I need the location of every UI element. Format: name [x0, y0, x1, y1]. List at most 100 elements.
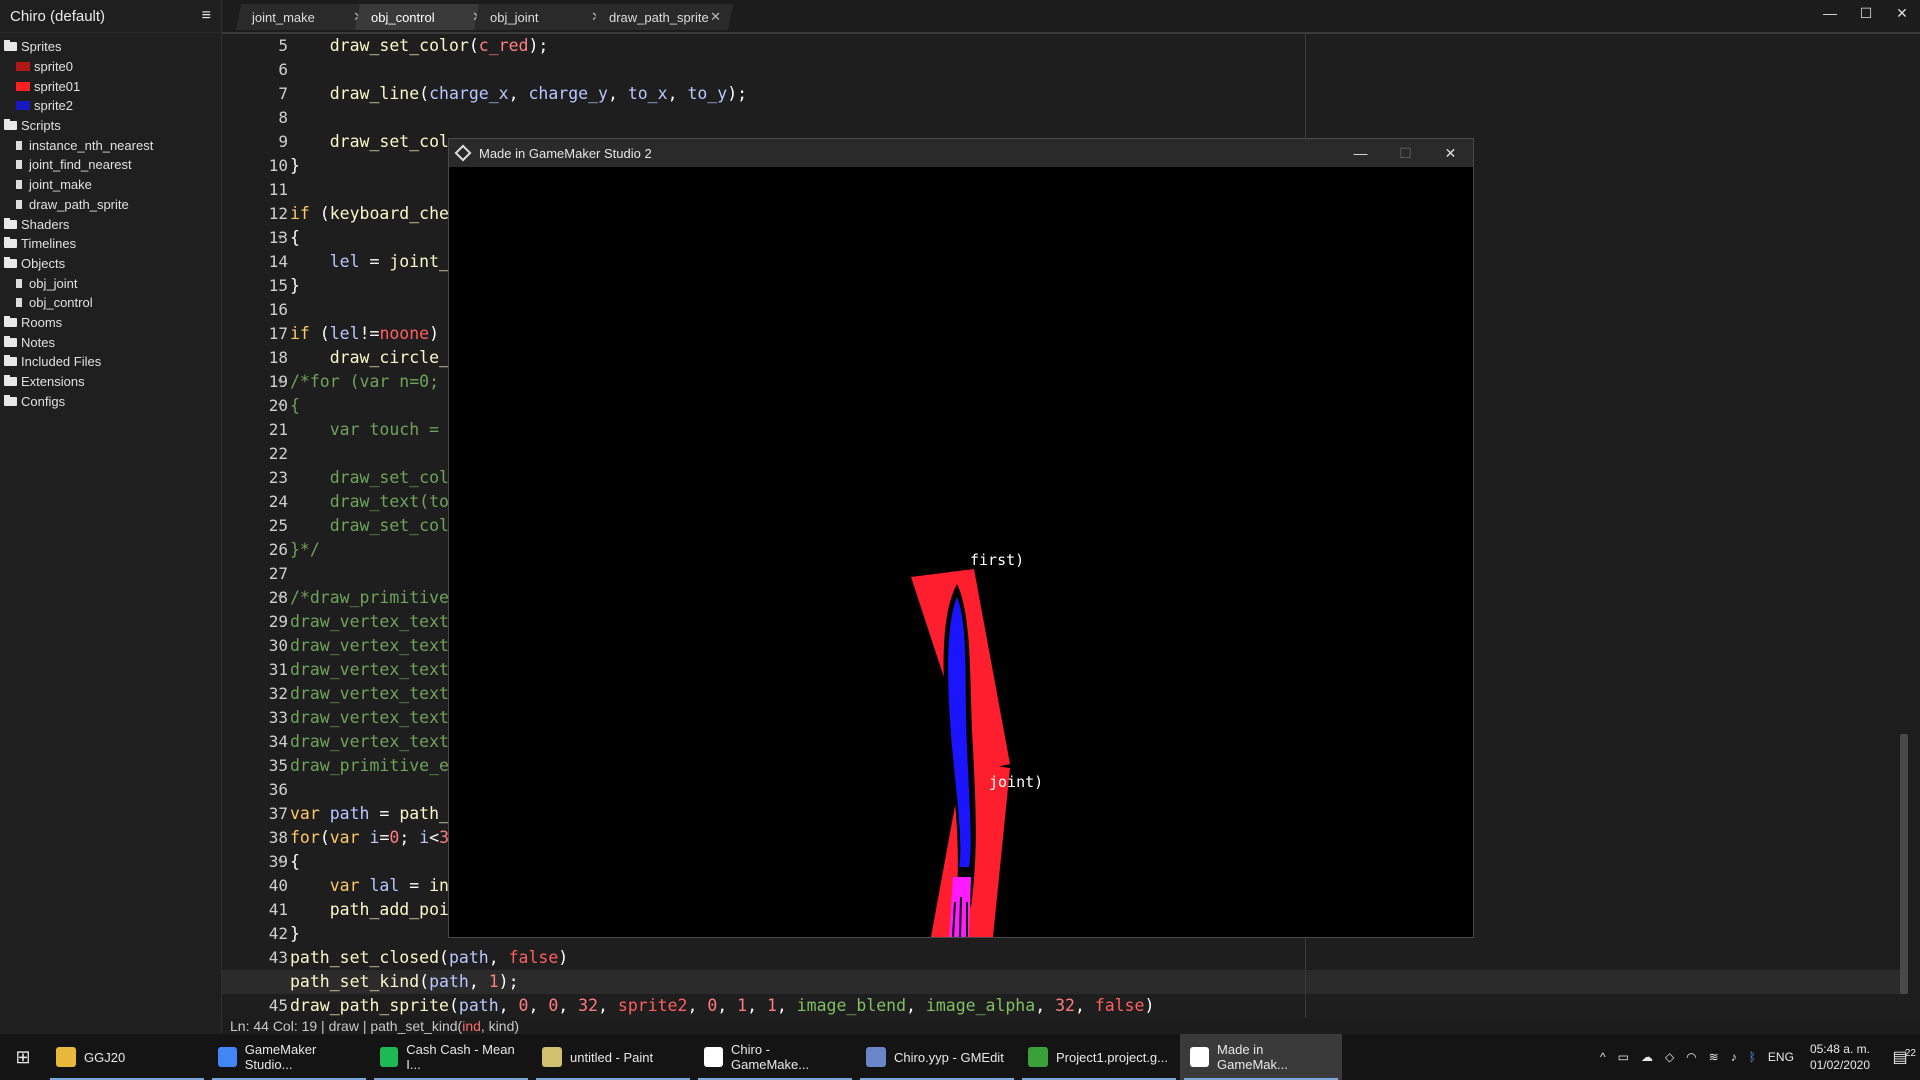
- code-line[interactable]: draw_vertex_text: [290, 658, 449, 682]
- vertical-scrollbar[interactable]: [1900, 734, 1908, 994]
- code-line[interactable]: draw_set_col: [290, 466, 449, 490]
- network-icon[interactable]: ◠: [1680, 1050, 1702, 1064]
- code-line[interactable]: /*draw_primitive: [290, 586, 449, 610]
- line-number: 35: [268, 756, 288, 775]
- taskbar-item-chiro-gamemake[interactable]: Chiro - GameMake...: [694, 1034, 856, 1080]
- code-line[interactable]: /*for (var n=0;: [290, 370, 439, 394]
- code-line[interactable]: }: [290, 274, 300, 298]
- taskbar-item-chiro-yyp-gmedit[interactable]: Chiro.yyp - GMEdit: [856, 1034, 1018, 1080]
- tree-item-sprite01[interactable]: sprite01: [0, 76, 221, 96]
- taskbar-item-cash-cash-mean-i[interactable]: Cash Cash - Mean I...: [370, 1034, 532, 1080]
- tree-item-draw_path_sprite[interactable]: draw_path_sprite: [0, 195, 221, 215]
- tree-folder-extensions[interactable]: Extensions: [0, 372, 221, 392]
- battery-icon[interactable]: ▭: [1612, 1050, 1635, 1064]
- code-line[interactable]: if (keyboard_che: [290, 202, 449, 226]
- code-line[interactable]: var lal = in: [290, 874, 449, 898]
- code-line[interactable]: draw_vertex_text: [290, 706, 449, 730]
- tree-folder-notes[interactable]: Notes: [0, 332, 221, 352]
- tab-close-icon[interactable]: ✕: [710, 9, 721, 25]
- close-icon[interactable]: ✕: [1428, 139, 1473, 167]
- code-line[interactable]: draw_vertex_text: [290, 730, 449, 754]
- code-line[interactable]: draw_set_col: [290, 130, 449, 154]
- tree-folder-shaders[interactable]: Shaders: [0, 214, 221, 234]
- game-window-titlebar[interactable]: Made in GameMaker Studio 2 — ☐ ✕: [449, 139, 1473, 167]
- tree-folder-scripts[interactable]: Scripts: [0, 116, 221, 136]
- tree-folder-timelines[interactable]: Timelines: [0, 234, 221, 254]
- code-line[interactable]: lel = joint_: [290, 250, 449, 274]
- close-icon[interactable]: ✕: [1884, 0, 1920, 26]
- taskbar-item-untitled-paint[interactable]: untitled - Paint: [532, 1034, 694, 1080]
- wifi-icon[interactable]: ≋: [1703, 1050, 1725, 1064]
- code-line[interactable]: {: [290, 226, 300, 250]
- maximize-icon[interactable]: ☐: [1383, 139, 1428, 167]
- tree-item-joint_find_nearest[interactable]: joint_find_nearest: [0, 155, 221, 175]
- dropbox-icon[interactable]: ◇: [1659, 1050, 1680, 1064]
- tab-obj-joint[interactable]: obj_joint✕: [474, 4, 614, 30]
- game-canvas[interactable]: first) joint): [449, 167, 1473, 937]
- clock[interactable]: 05:48 a. m. 01/02/2020: [1800, 1041, 1880, 1073]
- action-center-button[interactable]: ▤ 22: [1880, 1047, 1920, 1067]
- fold-toggle-icon[interactable]: ▾: [278, 400, 283, 411]
- tree-item-joint_make[interactable]: joint_make: [0, 175, 221, 195]
- code-line[interactable]: draw_vertex_text: [290, 634, 449, 658]
- tree-folder-rooms[interactable]: Rooms: [0, 313, 221, 333]
- code-line[interactable]: draw_set_color(c_red);: [290, 34, 549, 58]
- onedrive-icon[interactable]: ☁: [1635, 1050, 1659, 1064]
- tree-item-sprite0[interactable]: sprite0: [0, 57, 221, 77]
- code-line[interactable]: if (lel!=noone): [290, 322, 439, 346]
- chrome-icon: [218, 1047, 237, 1067]
- tab-draw-path-sprite[interactable]: draw_path_sprite ✕: [593, 4, 733, 30]
- taskbar-item-label: Made in GameMak...: [1217, 1042, 1288, 1072]
- code-line[interactable]: }*/: [290, 538, 320, 562]
- fold-toggle-icon[interactable]: ▾: [278, 376, 283, 387]
- code-line[interactable]: {: [290, 850, 300, 874]
- tree-item-instance_nth_nearest[interactable]: instance_nth_nearest: [0, 135, 221, 155]
- game-window[interactable]: Made in GameMaker Studio 2 — ☐ ✕ first) …: [448, 138, 1474, 938]
- code-line[interactable]: draw_line(charge_x, charge_y, to_x, to_y…: [290, 82, 747, 106]
- tree-folder-objects[interactable]: Objects: [0, 254, 221, 274]
- hamburger-menu-icon[interactable]: ≡: [202, 7, 211, 25]
- taskbar-item-made-in-gamemak[interactable]: Made in GameMak...: [1180, 1034, 1342, 1080]
- code-line[interactable]: draw_path_sprite(path, 0, 0, 32, sprite2…: [290, 994, 1154, 1018]
- code-line[interactable]: }: [290, 922, 300, 946]
- fold-toggle-icon[interactable]: ▾: [278, 856, 283, 867]
- taskbar-item-gamemaker-studio[interactable]: GameMaker Studio...: [208, 1034, 370, 1080]
- code-line[interactable]: draw_primitive_e: [290, 754, 449, 778]
- code-line[interactable]: var touch =: [290, 418, 439, 442]
- code-line[interactable]: path_set_kind(path, 1);: [222, 970, 1908, 994]
- file-icon: [16, 180, 22, 190]
- code-line[interactable]: draw_vertex_text: [290, 682, 449, 706]
- tree-item-sprite2[interactable]: sprite2: [0, 96, 221, 116]
- code-line[interactable]: draw_set_col: [290, 514, 449, 538]
- start-button[interactable]: ⊞: [0, 1034, 46, 1080]
- code-line[interactable]: }: [290, 154, 300, 178]
- code-line[interactable]: {: [290, 394, 300, 418]
- bluetooth-icon[interactable]: ᛒ: [1743, 1050, 1762, 1064]
- tab-joint-make[interactable]: joint_make✕: [236, 4, 376, 30]
- maximize-icon[interactable]: ☐: [1848, 0, 1884, 26]
- line-number: 10: [268, 156, 288, 175]
- fold-toggle-icon[interactable]: ▾: [278, 592, 283, 603]
- code-line[interactable]: var path = path_: [290, 802, 449, 826]
- tree-folder-sprites[interactable]: Sprites: [0, 37, 221, 57]
- tree-folder-configs[interactable]: Configs: [0, 391, 221, 411]
- game-scene: [911, 569, 1010, 937]
- taskbar-item-ggj20[interactable]: GGJ20: [46, 1034, 208, 1080]
- taskbar-item-project1-project-g[interactable]: Project1.project.g...: [1018, 1034, 1180, 1080]
- tree-folder-included-files[interactable]: Included Files: [0, 352, 221, 372]
- chevron-up-icon[interactable]: ^: [1594, 1050, 1612, 1064]
- fold-toggle-icon[interactable]: ▾: [278, 232, 283, 243]
- tab-obj-control[interactable]: obj_control✕: [355, 4, 495, 30]
- code-line[interactable]: draw_vertex_text: [290, 610, 449, 634]
- minimize-icon[interactable]: —: [1812, 0, 1848, 26]
- volume-icon[interactable]: ♪: [1725, 1050, 1743, 1064]
- code-line[interactable]: draw_text(to: [290, 490, 449, 514]
- code-line[interactable]: path_set_closed(path, false): [290, 946, 568, 970]
- code-line[interactable]: path_add_poi: [290, 898, 449, 922]
- code-line[interactable]: draw_circle_: [290, 346, 449, 370]
- language-indicator[interactable]: ENG: [1762, 1050, 1800, 1064]
- tree-item-obj_control[interactable]: obj_control: [0, 293, 221, 313]
- minimize-icon[interactable]: —: [1338, 139, 1383, 167]
- tree-item-obj_joint[interactable]: obj_joint: [0, 273, 221, 293]
- code-line[interactable]: for(var i=0; i<3: [290, 826, 449, 850]
